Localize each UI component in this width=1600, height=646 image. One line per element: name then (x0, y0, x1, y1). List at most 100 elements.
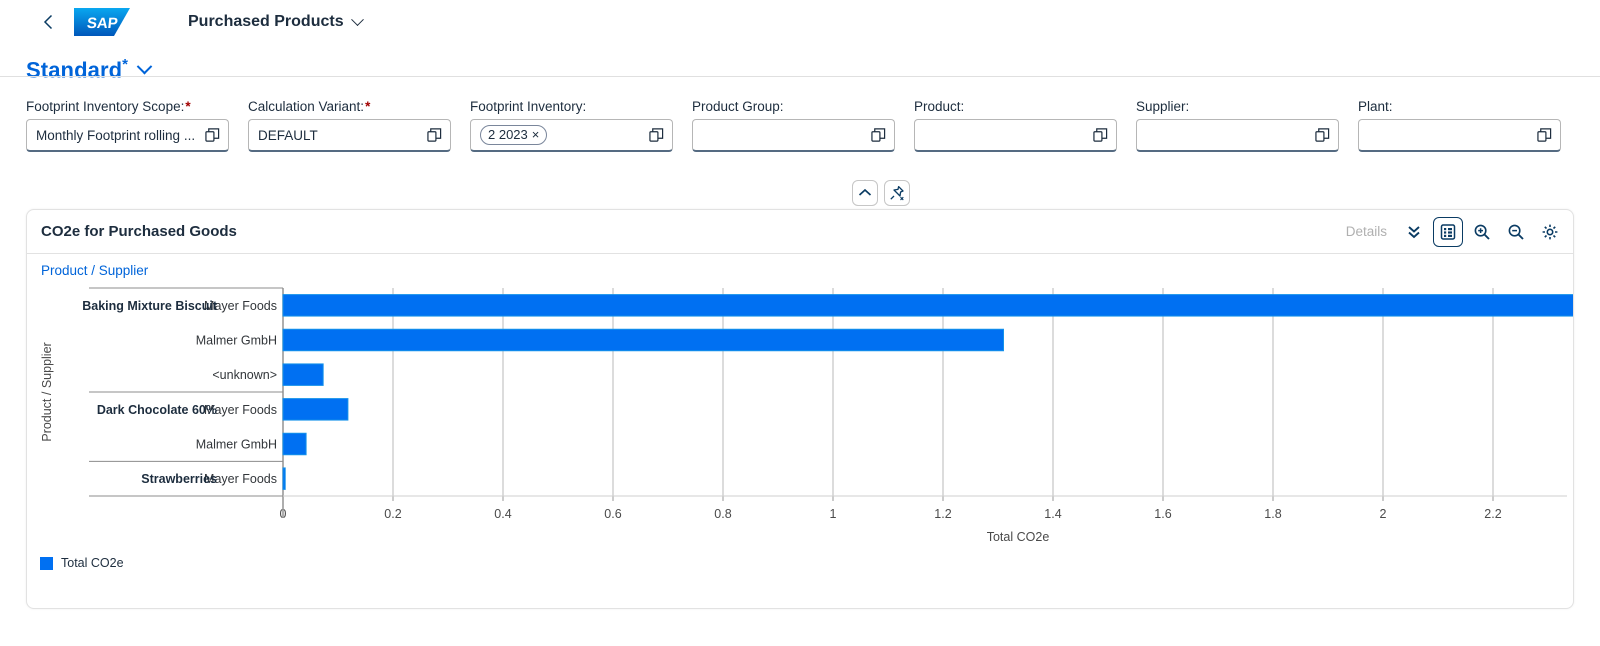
settings-icon[interactable] (1535, 217, 1565, 247)
svg-text:0.4: 0.4 (494, 507, 511, 521)
category-label-product: Strawberries (141, 472, 217, 486)
product-input[interactable] (914, 119, 1117, 153)
chart-bar[interactable] (282, 467, 286, 490)
filter-bar: Footprint Inventory Scope:* Monthly Foot… (0, 83, 1600, 153)
legend-swatch (40, 556, 53, 570)
svg-text:1.6: 1.6 (1154, 507, 1171, 521)
filter-label-text: Calculation Variant: (248, 99, 365, 115)
sap-logo[interactable]: SAP (74, 8, 130, 36)
filter-label: Footprint Inventory: (470, 99, 673, 114)
filter-label: Calculation Variant:* (248, 99, 451, 114)
filter-bar-actions (852, 180, 910, 206)
chart-card-header: CO2e for Purchased Goods Details (27, 210, 1573, 254)
chart-toolbar: Details (1338, 216, 1565, 247)
value-help-icon[interactable] (1537, 128, 1552, 143)
variant-chevron-down-icon[interactable] (136, 59, 153, 75)
category-label-supplier: <unknown> (212, 368, 277, 382)
required-marker: * (365, 99, 371, 115)
svg-text:2: 2 (1380, 507, 1387, 521)
footprint-inventory-scope-input[interactable]: Monthly Footprint rolling ... (26, 119, 229, 153)
filter-product-group: Product Group: (692, 99, 895, 153)
svg-text:SAP: SAP (86, 15, 119, 32)
filter-label: Plant: (1358, 99, 1561, 114)
filter-label-text: Product: (914, 99, 965, 115)
filter-label: Supplier: (1136, 99, 1339, 114)
svg-text:1: 1 (830, 507, 837, 521)
filter-product: Product: (914, 99, 1117, 153)
app-title-text: Purchased Products (188, 13, 344, 30)
filter-label: Product: (914, 99, 1117, 114)
token-remove-icon[interactable]: × (532, 127, 540, 142)
product-group-input[interactable] (692, 119, 895, 153)
details-button[interactable]: Details (1338, 224, 1395, 239)
filter-value: DEFAULT (258, 127, 318, 143)
filter-label-text: Supplier: (1136, 99, 1190, 115)
value-help-icon[interactable] (871, 128, 886, 143)
filter-value: Monthly Footprint rolling ... (36, 127, 196, 143)
shell-bar: SAP Purchased Products (0, 0, 1600, 44)
collapse-filter-bar-button[interactable] (852, 180, 878, 206)
value-help-icon[interactable] (205, 128, 220, 143)
svg-text:1.4: 1.4 (1044, 507, 1061, 521)
zoom-in-icon[interactable] (1467, 217, 1497, 247)
filter-label-text: Footprint Inventory: (470, 99, 587, 115)
table-icon (1440, 223, 1456, 240)
value-help-icon[interactable] (427, 128, 442, 143)
legend-label: Total CO2e (61, 556, 124, 570)
category-label-product: Dark Chocolate 60% (97, 403, 217, 417)
breadcrumb[interactable]: Product / Supplier (27, 254, 1573, 278)
filter-label: Product Group: (692, 99, 895, 114)
chart-bar[interactable] (282, 363, 324, 386)
plant-input[interactable] (1358, 119, 1561, 153)
value-help-icon[interactable] (1315, 128, 1330, 143)
chart-bar[interactable] (282, 432, 307, 456)
filter-label-text: Plant: (1358, 99, 1393, 115)
filter-label: Footprint Inventory Scope:* (26, 99, 229, 114)
required-marker: * (185, 99, 191, 115)
svg-text:0.8: 0.8 (714, 507, 731, 521)
svg-text:1.8: 1.8 (1264, 507, 1281, 521)
magnifier-minus-icon (1508, 224, 1524, 240)
zoom-out-icon[interactable] (1501, 217, 1531, 247)
calculation-variant-input[interactable]: DEFAULT (248, 119, 451, 153)
chevron-left-icon (43, 14, 52, 30)
chart-bar[interactable] (282, 398, 349, 421)
category-label-product: Baking Mixture Biscuit (82, 299, 218, 313)
gear-icon (1542, 224, 1558, 239)
chart-table-toggle-icon[interactable] (1433, 216, 1463, 247)
filter-token-text: 2 2023 (488, 127, 528, 143)
filter-token[interactable]: 2 2023 × (480, 125, 548, 146)
x-axis-title: Total CO2e (987, 530, 1050, 544)
bar-chart[interactable]: 00.20.40.60.811.21.41.61.822.2Mayer Food… (27, 278, 1574, 608)
pin-filter-bar-button[interactable] (884, 180, 910, 206)
sap-logo-icon: SAP (74, 8, 130, 36)
chart-card: CO2e for Purchased Goods Details Product… (26, 209, 1574, 609)
value-help-icon[interactable] (1093, 128, 1108, 143)
back-button[interactable] (34, 8, 62, 36)
app-title[interactable]: Purchased Products (188, 12, 364, 31)
pin-off-icon (890, 185, 904, 201)
variant-modified-marker: * (122, 56, 129, 73)
chevron-up-icon (858, 188, 872, 196)
variant-title[interactable]: Standard* (26, 56, 128, 83)
supplier-input[interactable] (1136, 119, 1339, 153)
svg-text:2.2: 2.2 (1484, 507, 1501, 521)
svg-text:0.2: 0.2 (384, 507, 401, 521)
filter-label-text: Footprint Inventory Scope: (26, 99, 185, 115)
variant-management: Standard* (0, 44, 1600, 83)
chevron-down-icon (350, 12, 364, 26)
svg-text:0.6: 0.6 (604, 507, 621, 521)
svg-text:1.2: 1.2 (934, 507, 951, 521)
variant-name: Standard (26, 57, 123, 83)
filter-calculation-variant: Calculation Variant:* DEFAULT (248, 99, 451, 153)
chart-bar[interactable] (282, 294, 1574, 317)
chart-legend[interactable]: Total CO2e (40, 556, 124, 570)
filter-bar-divider (0, 76, 1600, 77)
category-label-supplier: Malmer GmbH (196, 438, 277, 452)
footprint-inventory-input[interactable]: 2 2023 × (470, 119, 673, 153)
filter-label-text: Product Group: (692, 99, 784, 115)
drill-down-icon[interactable] (1399, 217, 1429, 247)
chart-bar[interactable] (282, 328, 1004, 352)
value-help-icon[interactable] (649, 128, 664, 143)
filter-footprint-inventory-scope: Footprint Inventory Scope:* Monthly Foot… (26, 99, 229, 153)
